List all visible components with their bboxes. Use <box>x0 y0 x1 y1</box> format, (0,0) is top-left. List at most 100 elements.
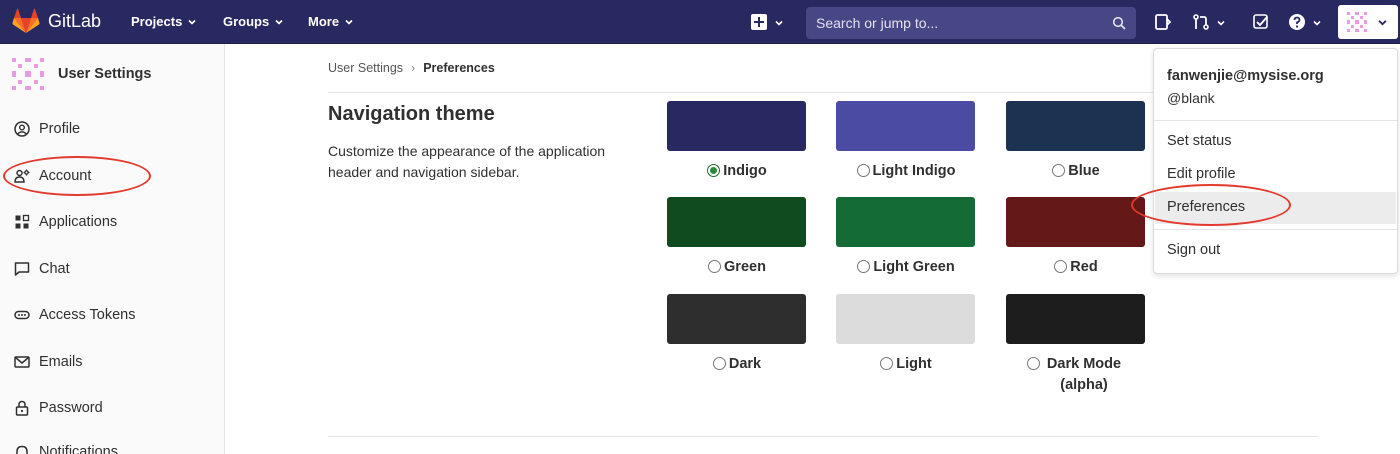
theme-radio[interactable] <box>707 164 721 177</box>
section-description: Customize the appearance of the applicat… <box>328 143 606 180</box>
sidebar-title: User Settings <box>58 66 152 82</box>
sidebar-item-notifications[interactable]: Notifications <box>14 444 118 454</box>
sidebar-item-password[interactable]: Password <box>14 400 103 416</box>
user-username: @blank <box>1167 90 1215 106</box>
theme-option-green[interactable]: Green <box>667 197 807 278</box>
sidebar-item-label: Profile <box>39 121 81 137</box>
theme-radio[interactable] <box>856 164 870 177</box>
sidebar-item-label: Applications <box>39 214 118 230</box>
theme-swatch[interactable] <box>667 197 806 247</box>
divider <box>328 436 1318 437</box>
merge-request-icon[interactable] <box>1192 13 1210 31</box>
chevron-down-icon <box>1378 20 1387 26</box>
chevron-down-icon <box>188 19 196 25</box>
search-input[interactable]: Search or jump to... <box>806 7 1136 39</box>
theme-label: Blue <box>1068 163 1100 179</box>
section-title: Navigation theme <box>328 103 495 125</box>
todo-icon[interactable] <box>1252 13 1270 31</box>
theme-radio[interactable] <box>1052 164 1066 177</box>
lock-icon <box>15 400 29 416</box>
nav-more-dropdown[interactable]: More <box>308 14 353 29</box>
theme-swatch[interactable] <box>667 294 806 344</box>
theme-swatch[interactable] <box>1006 101 1145 151</box>
user-avatar-icon <box>12 58 44 90</box>
theme-option-light-indigo[interactable]: Light Indigo <box>836 101 976 182</box>
theme-label: Green <box>724 259 766 275</box>
theme-swatch[interactable] <box>836 101 975 151</box>
theme-radio[interactable] <box>880 357 894 370</box>
search-placeholder: Search or jump to... <box>816 15 939 31</box>
sidebar-header[interactable]: User Settings <box>10 56 151 92</box>
user-email: fanwenjie@mysise.org <box>1167 68 1324 84</box>
sidebar-item-applications[interactable]: Applications <box>14 214 117 230</box>
sidebar-item-profile[interactable]: Profile <box>14 121 80 137</box>
nav-groups-label: Groups <box>223 14 270 29</box>
theme-option-light[interactable]: Light <box>836 294 976 375</box>
theme-swatch[interactable] <box>836 197 975 247</box>
mail-icon <box>14 356 30 368</box>
sidebar-item-chat[interactable]: Chat <box>14 261 70 277</box>
theme-label: Dark <box>728 356 762 372</box>
theme-swatch[interactable] <box>1006 294 1145 344</box>
chevron-down-icon <box>345 19 353 25</box>
profile-icon <box>14 121 30 137</box>
issues-icon[interactable] <box>1154 13 1172 31</box>
theme-swatch[interactable] <box>1006 197 1145 247</box>
theme-option-indigo[interactable]: Indigo <box>667 101 807 182</box>
settings-sidebar: User Settings Profile Account Applicatio… <box>0 44 225 454</box>
token-icon <box>14 310 30 320</box>
gitlab-home-link[interactable]: GitLab <box>12 8 101 34</box>
theme-radio[interactable] <box>1027 357 1040 370</box>
breadcrumb-parent-link[interactable]: User Settings <box>328 61 403 75</box>
applications-icon <box>15 214 30 229</box>
gitlab-logo-icon <box>12 8 40 33</box>
sidebar-item-label: Emails <box>39 354 83 370</box>
theme-label: Dark Mode (alpha) <box>1046 356 1122 393</box>
sidebar-item-label: Chat <box>39 261 70 277</box>
theme-label: Light Indigo <box>872 163 956 179</box>
annotation-ellipse-account <box>3 156 151 196</box>
theme-option-dark-mode[interactable]: Dark Mode (alpha) <box>1006 294 1146 396</box>
brand-name: GitLab <box>48 10 102 31</box>
user-menu-button[interactable] <box>1338 5 1398 39</box>
breadcrumb-separator: › <box>411 61 416 75</box>
chevron-down-icon[interactable] <box>775 19 783 27</box>
breadcrumb-current: Preferences <box>423 61 495 75</box>
set-status-menu-item[interactable]: Set status <box>1167 133 1231 149</box>
nav-more-label: More <box>308 14 340 29</box>
chevron-down-icon[interactable] <box>1217 19 1225 27</box>
theme-radio[interactable] <box>708 260 722 273</box>
theme-label: Red <box>1070 259 1098 275</box>
help-icon[interactable] <box>1288 13 1306 31</box>
bell-icon <box>16 445 28 454</box>
edit-profile-menu-item[interactable]: Edit profile <box>1167 166 1236 182</box>
theme-radio[interactable] <box>857 260 871 273</box>
search-icon <box>1112 16 1126 30</box>
theme-option-red[interactable]: Red <box>1006 197 1146 278</box>
theme-option-dark[interactable]: Dark <box>667 294 807 375</box>
sidebar-item-emails[interactable]: Emails <box>14 354 83 370</box>
theme-label: Light <box>896 356 932 372</box>
theme-option-light-green[interactable]: Light Green <box>836 197 976 278</box>
sidebar-item-label: Password <box>39 400 103 416</box>
nav-groups-dropdown[interactable]: Groups <box>223 14 283 29</box>
sidebar-item-label: Access Tokens <box>39 307 136 323</box>
theme-radio[interactable] <box>1054 260 1068 273</box>
breadcrumb: User Settings › Preferences <box>328 61 495 75</box>
sign-out-menu-item[interactable]: Sign out <box>1167 242 1220 258</box>
chevron-down-icon[interactable] <box>1313 19 1321 27</box>
chevron-down-icon <box>275 19 283 25</box>
theme-radio[interactable] <box>712 357 726 370</box>
nav-projects-label: Projects <box>131 14 183 29</box>
theme-swatch[interactable] <box>836 294 975 344</box>
top-navbar: GitLab Projects Groups More Search or ju… <box>0 0 1400 44</box>
chat-icon <box>14 262 30 276</box>
sidebar-item-access-tokens[interactable]: Access Tokens <box>14 307 135 323</box>
annotation-ellipse-preferences <box>1131 184 1291 226</box>
theme-label: Indigo <box>723 163 767 179</box>
nav-projects-dropdown[interactable]: Projects <box>131 14 196 29</box>
new-item-plus-icon[interactable] <box>751 14 767 30</box>
theme-swatch[interactable] <box>667 101 806 151</box>
divider <box>1154 120 1397 121</box>
theme-option-blue[interactable]: Blue <box>1006 101 1146 182</box>
